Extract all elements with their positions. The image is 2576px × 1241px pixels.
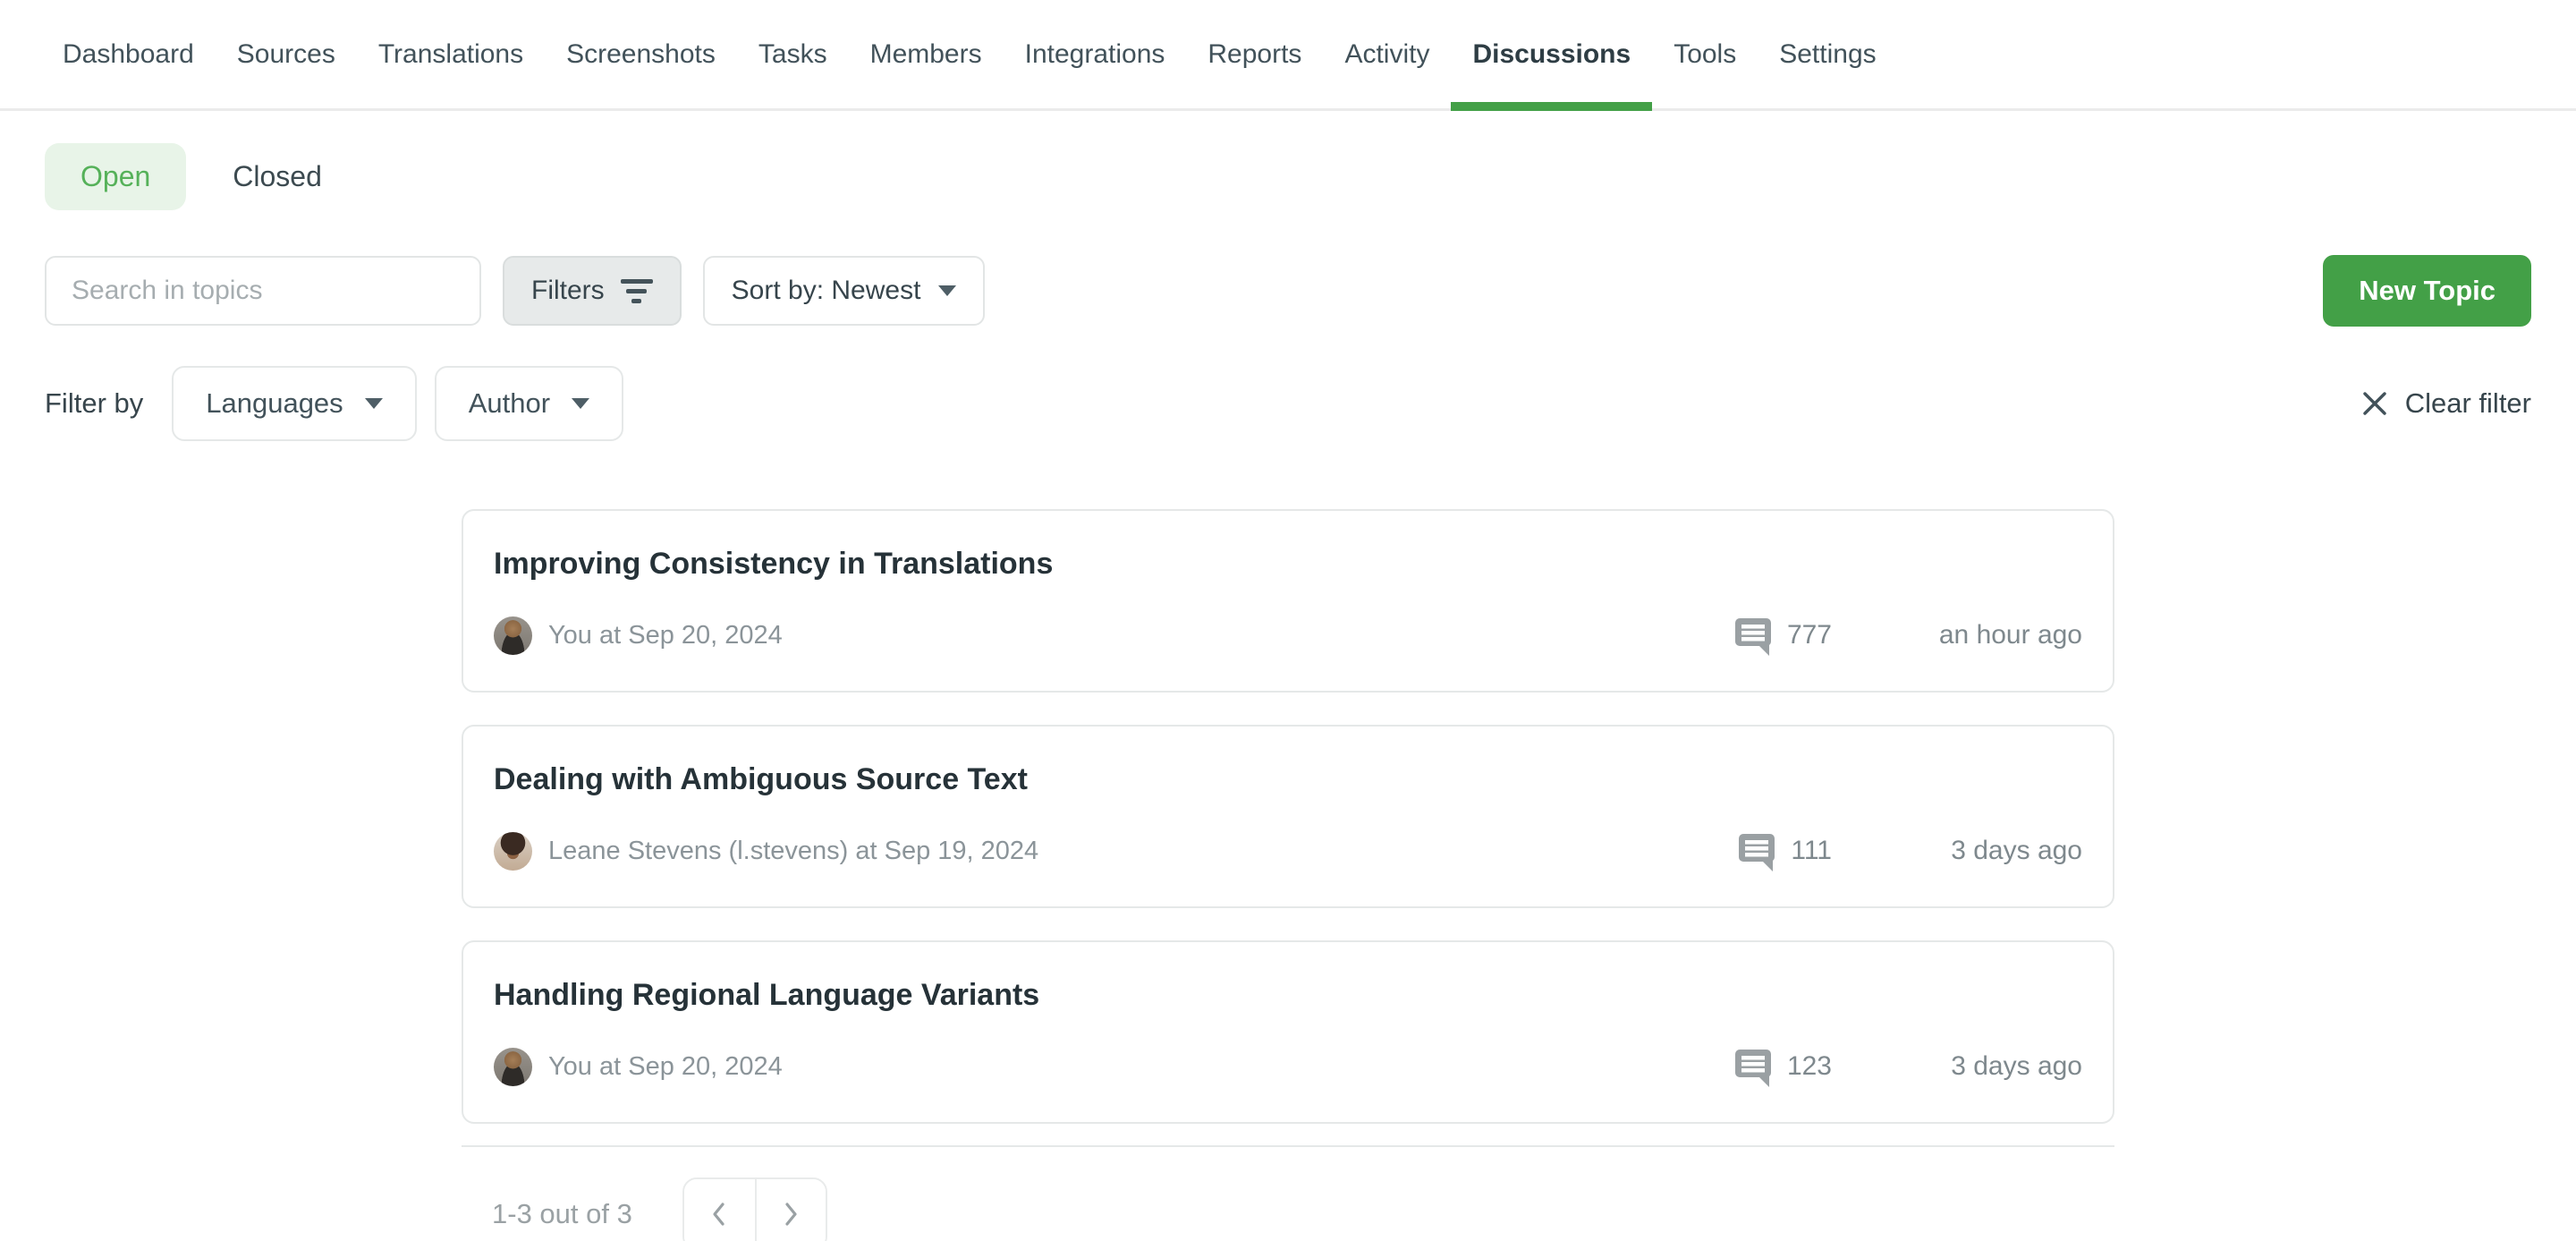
nav-item-screenshots[interactable]: Screenshots (545, 0, 737, 108)
filter-bar: Filter by Languages Author Clear filter (45, 366, 2531, 441)
comment-count: 777 (1787, 620, 1832, 650)
sort-by-label: Sort by: Newest (732, 276, 921, 306)
topic-meta-row: You at Sep 20, 2024 123 3 days ago (494, 1045, 2082, 1088)
chevron-down-icon (938, 285, 956, 296)
chevron-left-icon (708, 1201, 730, 1228)
nav-item-settings[interactable]: Settings (1758, 0, 1897, 108)
chevron-down-icon (365, 398, 383, 409)
search-input[interactable] (45, 256, 481, 326)
topic-stats: 111 3 days ago (1737, 829, 2082, 872)
avatar-you (494, 616, 532, 655)
nav-item-sources[interactable]: Sources (216, 0, 357, 108)
topic-timestamp: an hour ago (1868, 620, 2082, 650)
topic-meta-row: Leane Stevens (l.stevens) at Sep 19, 202… (494, 829, 2082, 872)
chevron-down-icon (572, 398, 589, 409)
top-navigation: Dashboard Sources Translations Screensho… (0, 0, 2576, 111)
status-tabs: Open Closed (45, 143, 2531, 210)
topic-stats: 777 an hour ago (1733, 614, 2082, 657)
nav-item-translations[interactable]: Translations (357, 0, 545, 108)
topic-author-date: Leane Stevens (l.stevens) at Sep 19, 202… (548, 837, 1038, 866)
author-dropdown[interactable]: Author (435, 366, 623, 441)
previous-page-button[interactable] (684, 1179, 755, 1241)
chevron-right-icon (780, 1201, 801, 1228)
pager-buttons (682, 1177, 827, 1241)
tab-closed[interactable]: Closed (233, 160, 322, 193)
list-divider (462, 1145, 2114, 1147)
filters-button[interactable]: Filters (503, 256, 682, 326)
topic-card[interactable]: Dealing with Ambiguous Source Text Leane… (462, 725, 2114, 908)
pagination: 1-3 out of 3 (462, 1177, 2114, 1241)
toolbar: Filters Sort by: Newest New Topic (45, 255, 2531, 327)
topic-author-date: You at Sep 20, 2024 (548, 621, 783, 650)
languages-dropdown[interactable]: Languages (172, 366, 416, 441)
topic-card[interactable]: Handling Regional Language Variants You … (462, 940, 2114, 1124)
comment-bubble-icon (1733, 1045, 1773, 1088)
clear-filter-button[interactable]: Clear filter (2360, 387, 2531, 420)
avatar-leane-stevens (494, 832, 532, 871)
filters-button-label: Filters (531, 276, 605, 306)
filter-lines-icon (621, 279, 653, 303)
nav-item-tasks[interactable]: Tasks (737, 0, 849, 108)
pagination-summary: 1-3 out of 3 (492, 1198, 632, 1230)
comment-counter: 123 (1733, 1045, 1832, 1088)
nav-item-members[interactable]: Members (849, 0, 1004, 108)
languages-dropdown-label: Languages (206, 387, 343, 420)
comment-bubble-icon (1737, 829, 1776, 872)
comment-counter: 111 (1737, 829, 1832, 872)
topic-meta-row: You at Sep 20, 2024 777 an hour ag (494, 614, 2082, 657)
next-page-button[interactable] (755, 1179, 826, 1241)
tab-open[interactable]: Open (45, 143, 186, 210)
topic-title[interactable]: Handling Regional Language Variants (494, 978, 2082, 1013)
nav-item-discussions[interactable]: Discussions (1451, 0, 1652, 108)
clear-filter-label: Clear filter (2405, 387, 2531, 420)
new-topic-button[interactable]: New Topic (2323, 255, 2531, 327)
avatar-you (494, 1048, 532, 1086)
filter-by-label: Filter by (45, 387, 143, 420)
nav-item-integrations[interactable]: Integrations (1004, 0, 1187, 108)
topic-title[interactable]: Dealing with Ambiguous Source Text (494, 762, 2082, 797)
author-dropdown-label: Author (469, 387, 550, 420)
comment-counter: 777 (1733, 614, 1832, 657)
nav-item-tools[interactable]: Tools (1652, 0, 1758, 108)
topic-timestamp: 3 days ago (1868, 836, 2082, 866)
topic-card[interactable]: Improving Consistency in Translations Yo… (462, 509, 2114, 693)
comment-bubble-icon (1733, 614, 1773, 657)
close-icon (2360, 389, 2389, 418)
topic-title[interactable]: Improving Consistency in Translations (494, 547, 2082, 582)
sort-by-dropdown[interactable]: Sort by: Newest (703, 256, 986, 326)
topic-author-date: You at Sep 20, 2024 (548, 1052, 783, 1082)
nav-item-reports[interactable]: Reports (1186, 0, 1323, 108)
topic-stats: 123 3 days ago (1733, 1045, 2082, 1088)
topic-list: Improving Consistency in Translations Yo… (462, 509, 2114, 1241)
comment-count: 123 (1787, 1051, 1832, 1082)
comment-count: 111 (1791, 836, 1832, 866)
nav-item-dashboard[interactable]: Dashboard (41, 0, 216, 108)
nav-item-activity[interactable]: Activity (1323, 0, 1451, 108)
topic-timestamp: 3 days ago (1868, 1051, 2082, 1082)
